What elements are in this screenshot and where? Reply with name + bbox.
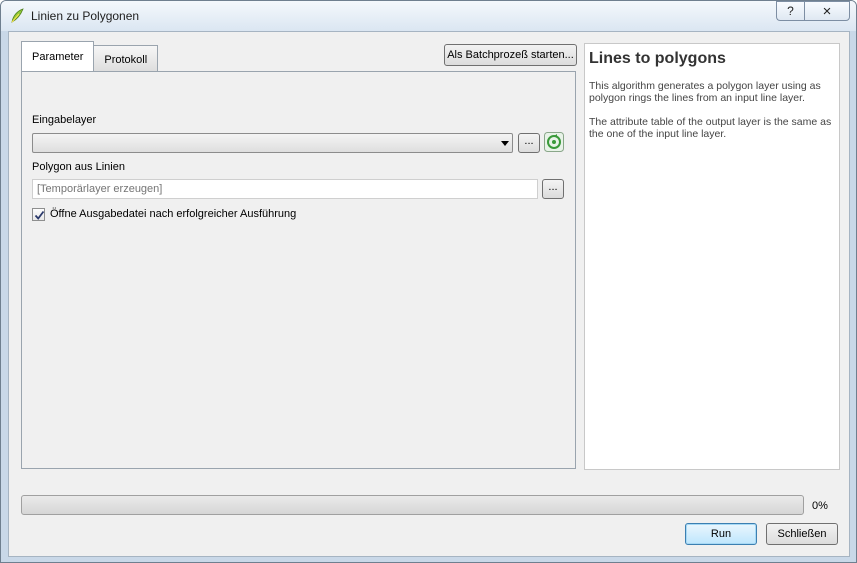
close-icon: ×	[822, 2, 832, 20]
input-layer-browse-button[interactable]: ...	[518, 133, 540, 153]
output-path-input[interactable]	[32, 179, 538, 199]
output-label: Polygon aus Linien	[32, 161, 125, 173]
open-output-checkbox[interactable]	[32, 208, 45, 221]
tab-parameter[interactable]: Parameter	[21, 41, 95, 71]
dialog-body: Parameter Protokoll Als Batchprozeß star…	[8, 31, 850, 557]
progress-percent: 0%	[812, 500, 828, 512]
checkmark-icon	[34, 210, 45, 220]
close-dialog-button[interactable]: Schließen	[766, 523, 838, 545]
help-paragraph: This algorithm generates a polygon layer…	[589, 80, 821, 104]
tab-protokoll[interactable]: Protokoll	[93, 45, 159, 73]
input-layer-label: Eingabelayer	[32, 114, 97, 126]
dialog-window: Linien zu Polygonen ? × Parameter Protok…	[0, 0, 857, 563]
output-browse-button[interactable]: ...	[542, 179, 564, 199]
dropdown-arrow-icon	[501, 141, 509, 146]
parameters-panel: Eingabelayer ... Polygon aus Linien [Tem…	[21, 71, 576, 469]
help-button[interactable]: ?	[776, 1, 804, 21]
run-button[interactable]: Run	[685, 523, 757, 545]
close-button[interactable]: ×	[804, 1, 850, 21]
iterate-icon	[544, 131, 564, 155]
title-buttons: ? ×	[776, 1, 850, 21]
progress-bar	[21, 495, 804, 515]
help-paragraph: The attribute table of the output layer …	[589, 116, 832, 140]
iterate-button[interactable]	[543, 131, 565, 155]
qgis-icon	[9, 8, 25, 24]
open-output-label: Öffne Ausgabedatei nach erfolgreicher Au…	[50, 208, 297, 220]
tab-bar: Parameter Protokoll	[21, 41, 159, 73]
batch-process-button[interactable]: Als Batchprozeß starten...	[444, 44, 577, 66]
title-bar[interactable]: Linien zu Polygonen ? ×	[1, 1, 856, 31]
help-title: Lines to polygons	[589, 50, 726, 67]
help-panel: Lines to polygons This algorithm generat…	[584, 43, 840, 470]
window-title: Linien zu Polygonen	[31, 9, 140, 23]
input-layer-combo[interactable]	[32, 133, 513, 153]
